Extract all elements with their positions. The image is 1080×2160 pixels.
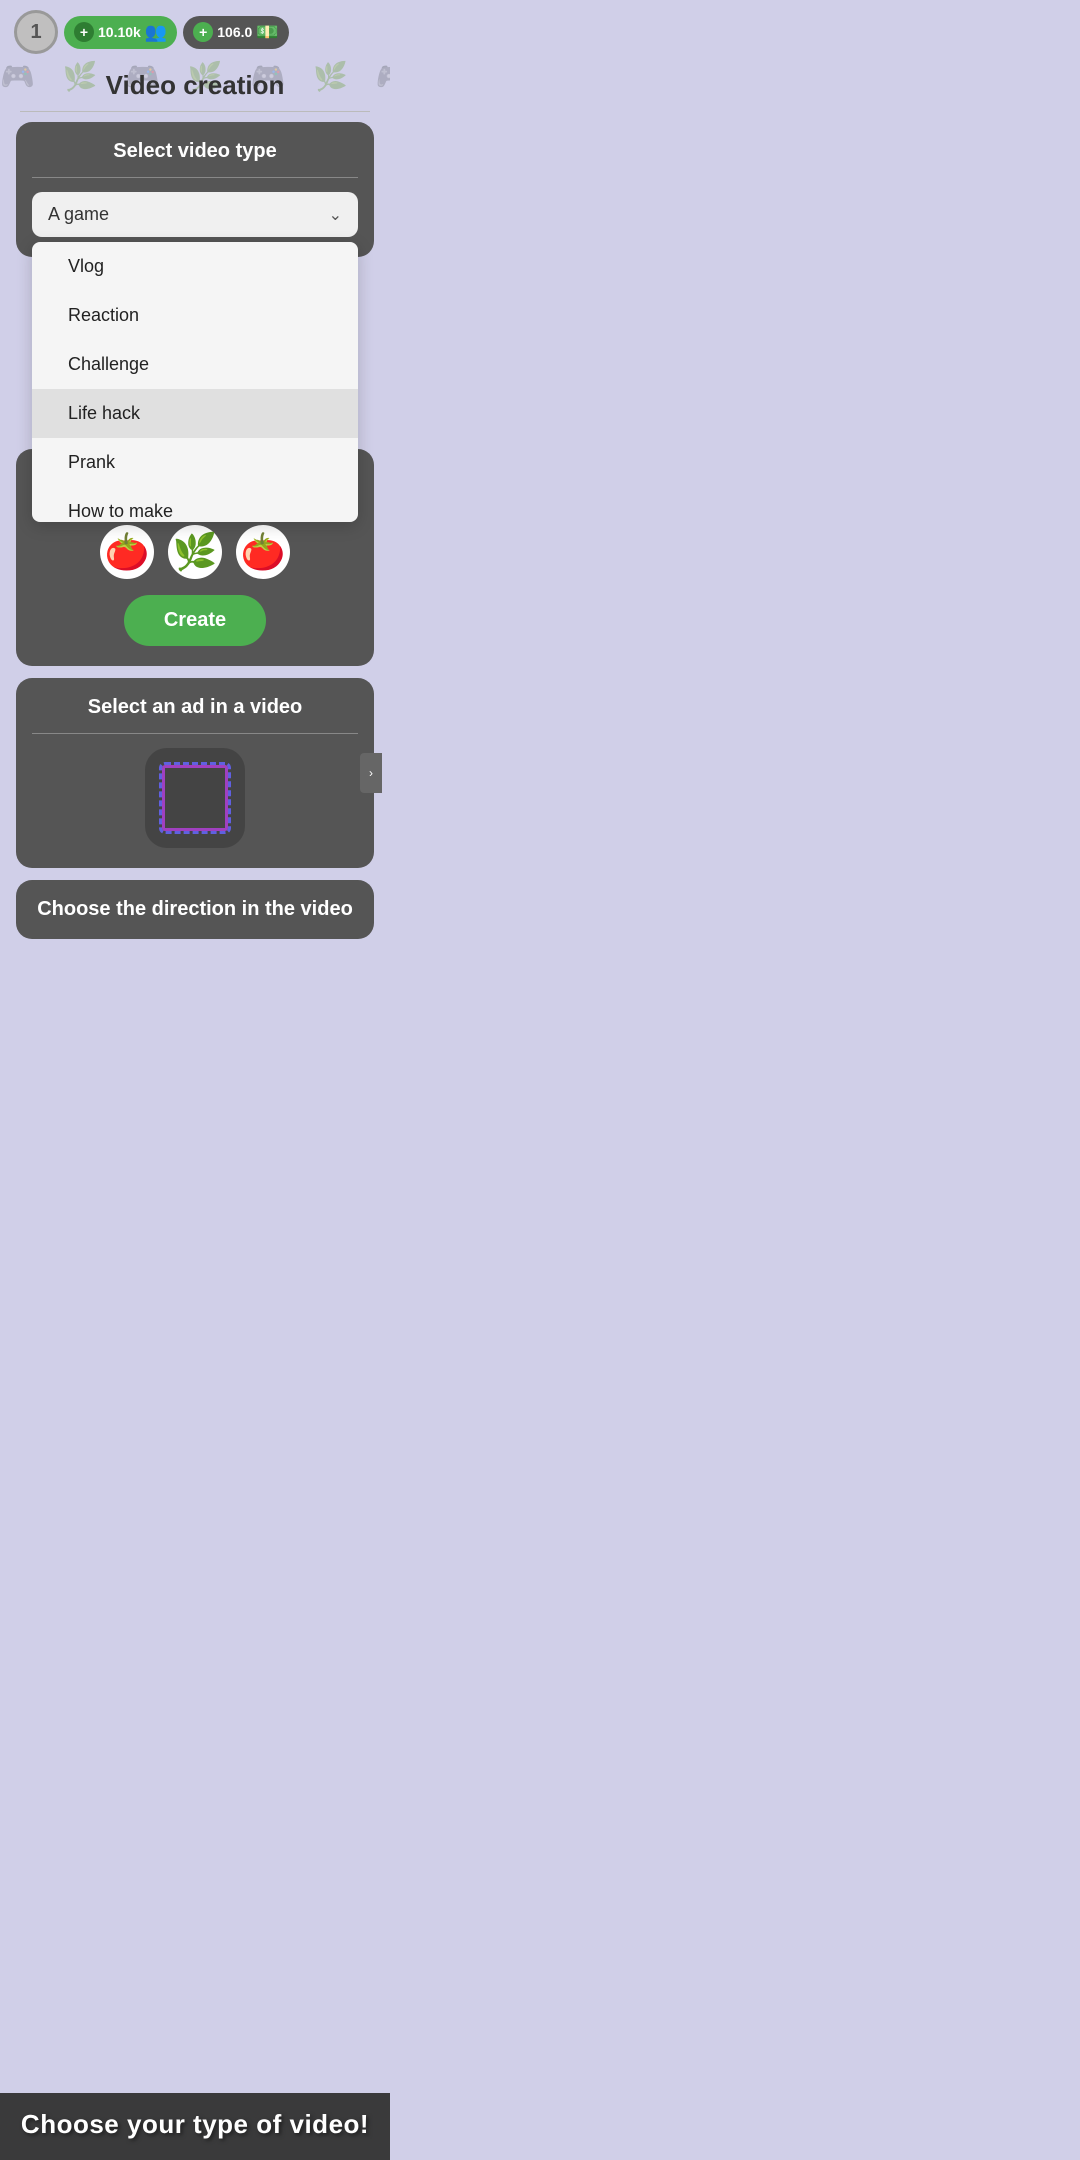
money-button[interactable]: + 106.0 💵 — [183, 16, 288, 49]
bottom-tooltip: Choose your type of video! — [0, 2093, 390, 2160]
select-video-type-card: Select video type A game ⌄ Vlog Reaction — [16, 122, 374, 257]
choose-direction-card: Choose the direction in the video — [16, 880, 374, 939]
followers-count: 10.10k — [98, 24, 141, 40]
ad-icon-wrapper — [32, 748, 358, 848]
status-bar: 1 + 10.10k 👥 + 106.0 💵 — [0, 0, 390, 64]
dropdown-list-inner[interactable]: Vlog Reaction Challenge Life hack Prank — [32, 242, 358, 522]
dropdown-selected-value: A game — [48, 204, 109, 225]
page-title: Video creation — [0, 70, 390, 101]
add-money-icon[interactable]: + — [193, 22, 213, 42]
dropdown-arrow-icon: ⌄ — [329, 205, 342, 225]
side-arrow-icon: › — [360, 753, 382, 793]
dropdown-item-howtomake[interactable]: How to make — [32, 487, 358, 522]
followers-icon: 👥 — [145, 22, 167, 43]
character-2-icon[interactable]: 🌿 — [168, 525, 222, 579]
followers-button[interactable]: + 10.10k 👥 — [64, 16, 177, 49]
characters-row: 🍅 🌿 🍅 — [32, 519, 358, 585]
tooltip-text: Choose your type of video! — [20, 2109, 370, 2140]
dropdown-list: Vlog Reaction Challenge Life hack Prank — [32, 242, 358, 522]
video-type-dropdown[interactable]: A game ⌄ — [32, 192, 358, 237]
main-content: Select video type A game ⌄ Vlog Reaction — [0, 112, 390, 949]
video-type-dropdown-wrapper: A game ⌄ Vlog Reaction Challenge Li — [32, 192, 358, 237]
level-badge: 1 — [14, 10, 58, 54]
ad-icon-inner — [159, 762, 231, 834]
select-video-type-title: Select video type — [32, 140, 358, 163]
dropdown-item-vlog[interactable]: Vlog — [32, 242, 358, 291]
money-count: 106.0 — [217, 24, 252, 40]
select-ad-title: Select an ad in a video — [32, 696, 358, 719]
ad-icon-box[interactable] — [145, 748, 245, 848]
add-followers-icon[interactable]: + — [74, 22, 94, 42]
level-number: 1 — [30, 21, 41, 44]
character-1-icon[interactable]: 🍅 — [100, 525, 154, 579]
dropdown-item-challenge[interactable]: Challenge — [32, 340, 358, 389]
card-divider-1 — [32, 177, 358, 178]
choose-direction-title: Choose the direction in the video — [32, 898, 358, 921]
dropdown-item-reaction[interactable]: Reaction — [32, 291, 358, 340]
dropdown-item-lifehack[interactable]: Life hack — [32, 389, 358, 438]
character-3-icon[interactable]: 🍅 — [236, 525, 290, 579]
money-icon: 💵 — [256, 22, 278, 43]
create-button[interactable]: Create — [124, 595, 266, 646]
card-divider-3 — [32, 733, 358, 734]
select-ad-card: Select an ad in a video › — [16, 678, 374, 868]
dropdown-item-prank[interactable]: Prank — [32, 438, 358, 487]
